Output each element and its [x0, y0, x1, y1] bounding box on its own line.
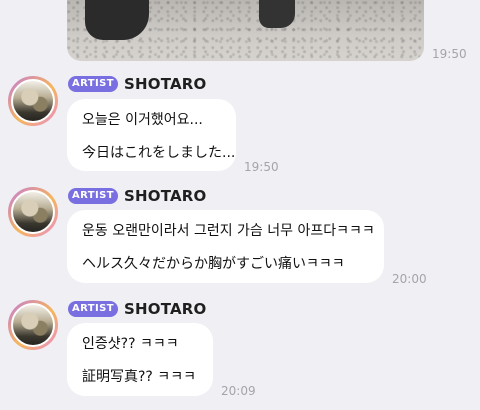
avatar[interactable]: [8, 76, 58, 126]
photo-message[interactable]: [67, 0, 424, 61]
photo-shoe: [85, 0, 149, 40]
message-text-korean: 인증샷?? ㅋㅋㅋ: [82, 336, 179, 352]
avatar[interactable]: [8, 300, 58, 350]
sender-name[interactable]: SHOTARO: [124, 300, 207, 318]
message-bubble[interactable]: 운동 오랜만이라서 그런지 가슴 너무 아프다ㅋㅋㅋ ヘルス久々だからか胸がすご…: [67, 210, 384, 283]
avatar[interactable]: [8, 187, 58, 237]
message-text-japanese: ヘルス久々だからか胸がすごい痛いㅋㅋㅋ: [82, 256, 345, 272]
message-timestamp: 20:09: [221, 384, 256, 398]
artist-badge: ARTIST: [68, 76, 118, 92]
photo-object: [259, 0, 295, 28]
message-timestamp: 20:00: [392, 272, 427, 286]
message-text-korean: 오늘은 이거했어요...: [82, 112, 203, 128]
message-text-japanese: 今日はこれをしました...: [82, 145, 236, 161]
message-bubble[interactable]: 오늘은 이거했어요... 今日はこれをしました...: [67, 99, 236, 171]
message-text-japanese: 証明写真?? ㅋㅋㅋ: [82, 369, 196, 385]
avatar-image: [11, 190, 55, 234]
message-text-korean: 운동 오랜만이라서 그런지 가슴 너무 아프다ㅋㅋㅋ: [82, 223, 375, 239]
sender-name[interactable]: SHOTARO: [124, 75, 207, 93]
artist-badge: ARTIST: [68, 188, 118, 204]
message-bubble[interactable]: 인증샷?? ㅋㅋㅋ 証明写真?? ㅋㅋㅋ: [67, 323, 213, 396]
avatar-image: [11, 79, 55, 123]
avatar-image: [11, 303, 55, 347]
sender-name[interactable]: SHOTARO: [124, 187, 207, 205]
message-timestamp: 19:50: [244, 160, 279, 174]
message-timestamp: 19:50: [432, 47, 467, 61]
artist-badge: ARTIST: [68, 301, 118, 317]
